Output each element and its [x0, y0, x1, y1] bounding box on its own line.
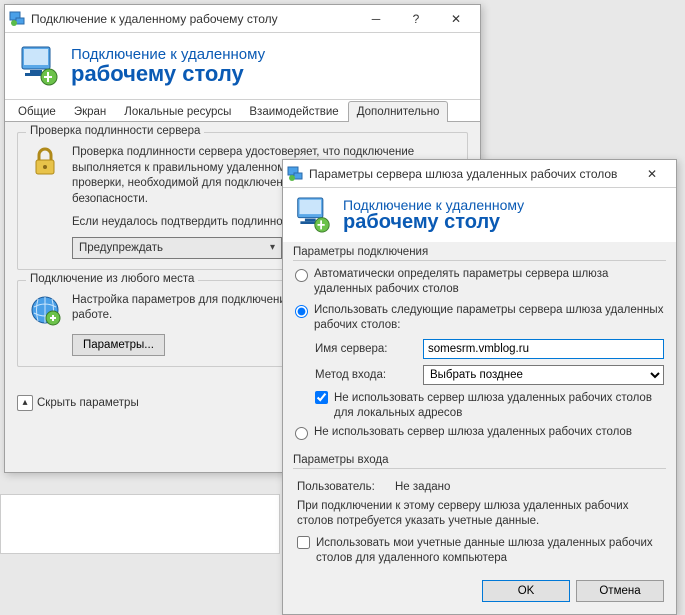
cancel-button[interactable]: Отмена [576, 580, 664, 602]
hide-options-label: Скрыть параметры [37, 397, 139, 409]
rdp-logo-icon [295, 196, 331, 234]
chevron-up-icon: ▴ [17, 395, 33, 411]
conn-section: Автоматически определять параметры серве… [293, 260, 666, 450]
tab-display[interactable]: Экран [65, 101, 115, 122]
conn-section-title: Параметры подключения [293, 246, 666, 258]
gateway-settings-dialog: Параметры сервера шлюза удаленных рабочи… [282, 159, 677, 615]
chevron-down-icon: ▾ [270, 242, 275, 253]
dialog-button-row: OK Отмена [283, 572, 676, 614]
radio-auto-detect-label: Автоматически определять параметры серве… [314, 267, 664, 297]
share-creds-label: Использовать мои учетные данные шлюза уд… [316, 536, 664, 566]
radio-no-gateway[interactable] [295, 427, 308, 440]
share-creds-checkbox[interactable] [297, 536, 310, 549]
auth-fail-dropdown[interactable]: Предупреждать ▾ [72, 237, 282, 259]
group-server-auth-title: Проверка подлинности сервера [26, 125, 204, 137]
radio-auto-detect[interactable] [295, 269, 308, 282]
radio-use-settings-label: Использовать следующие параметры сервера… [314, 303, 664, 333]
login-section-title: Параметры входа [293, 454, 666, 466]
tab-general[interactable]: Общие [9, 101, 65, 122]
user-value: Не задано [395, 481, 450, 493]
rdp-logo-icon [19, 45, 59, 87]
tab-local-resources[interactable]: Локальные ресурсы [115, 101, 240, 122]
header-banner: Подключение к удаленному рабочему столу [5, 33, 480, 99]
banner-line1: Подключение к удаленному [71, 46, 265, 63]
minimize-button[interactable]: ─ [356, 6, 396, 32]
login-method-label: Метод входа: [315, 369, 415, 381]
server-name-input[interactable] [423, 339, 664, 359]
close-button[interactable]: ✕ [632, 161, 672, 187]
user-label: Пользователь: [297, 481, 387, 493]
rdp-icon [287, 166, 303, 182]
radio-use-settings[interactable] [295, 305, 308, 318]
rdp-icon [9, 11, 25, 27]
titlebar: Подключение к удаленному рабочему столу … [5, 5, 480, 33]
globe-icon [28, 293, 62, 327]
group-connect-anywhere-title: Подключение из любого места [26, 273, 198, 285]
tabstrip: Общие Экран Локальные ресурсы Взаимодейс… [5, 99, 480, 121]
dialog-title: Параметры сервера шлюза удаленных рабочи… [309, 167, 632, 181]
window-title: Подключение к удаленному рабочему столу [31, 12, 356, 26]
header-banner: Подключение к удаленному рабочему столу [283, 188, 676, 242]
ok-button[interactable]: OK [482, 580, 570, 602]
titlebar: Параметры сервера шлюза удаленных рабочи… [283, 160, 676, 188]
tab-experience[interactable]: Взаимодействие [240, 101, 347, 122]
bypass-local-label: Не использовать сервер шлюза удаленных р… [334, 391, 664, 421]
login-section: Пользователь: Не задано При подключении … [293, 468, 666, 572]
login-method-select[interactable]: Выбрать позднее [423, 365, 664, 385]
lock-icon [28, 145, 62, 179]
server-name-label: Имя сервера: [315, 343, 415, 355]
auth-fail-dropdown-value: Предупреждать [79, 242, 163, 254]
bypass-local-checkbox[interactable] [315, 391, 328, 404]
help-button[interactable]: ? [396, 6, 436, 32]
hide-options-expander[interactable]: ▴ Скрыть параметры [17, 395, 139, 411]
banner-line2: рабочему столу [71, 61, 265, 87]
banner-line2: рабочему столу [343, 211, 524, 234]
tab-advanced[interactable]: Дополнительно [348, 101, 449, 122]
radio-no-gateway-label: Не использовать сервер шлюза удаленных р… [314, 425, 632, 440]
close-button[interactable]: ✕ [436, 6, 476, 32]
gateway-settings-button[interactable]: Параметры... [72, 334, 165, 356]
creds-hint: При подключении к этому серверу шлюза уд… [297, 499, 662, 530]
